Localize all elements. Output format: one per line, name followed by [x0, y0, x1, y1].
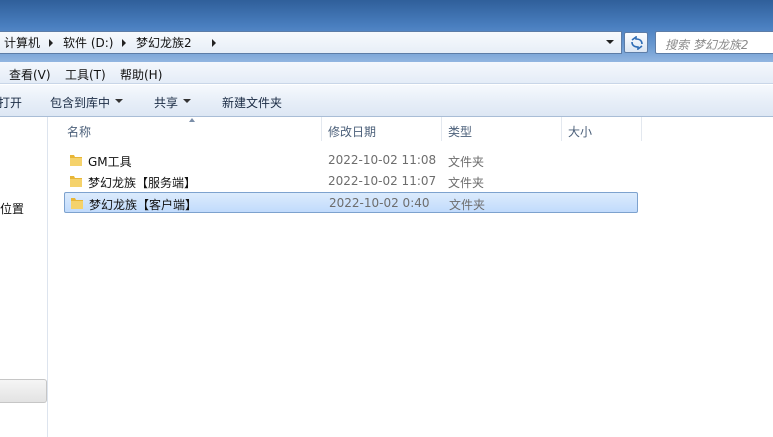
column-header: 名称 修改日期 类型 大小 — [49, 117, 773, 141]
file-name: GM工具 — [88, 155, 132, 169]
menu-help[interactable]: 帮助(H) — [120, 66, 162, 83]
folder-icon — [70, 176, 82, 187]
column-divider[interactable] — [641, 117, 642, 141]
chevron-down-icon[interactable] — [115, 99, 123, 103]
file-name: 梦幻龙族【客户端】 — [89, 198, 198, 212]
search-input[interactable]: 搜索 梦幻龙族2 — [655, 31, 773, 54]
file-type: 文件夹 — [448, 176, 485, 190]
menu-bar: 查看(V) 工具(T) 帮助(H) — [0, 62, 773, 84]
breadcrumb-chevron-icon[interactable] — [122, 39, 126, 47]
folder-icon — [71, 198, 83, 209]
file-row-server[interactable]: 梦幻龙族【服务端】 2022-10-02 11:07 文件夹 — [64, 171, 638, 192]
address-dropdown-icon[interactable] — [606, 40, 614, 44]
folder-icon — [70, 155, 82, 166]
share-button[interactable]: 共享 — [154, 94, 178, 111]
breadcrumb-folder[interactable]: 梦幻龙族2 — [136, 35, 192, 51]
address-bar[interactable]: 计算机 软件 (D:) 梦幻龙族2 — [0, 31, 622, 54]
column-divider[interactable] — [321, 117, 322, 141]
file-type: 文件夹 — [448, 155, 485, 169]
breadcrumb-computer[interactable]: 计算机 — [4, 35, 40, 51]
file-modified: 2022-10-02 11:08 — [328, 153, 437, 167]
refresh-icon — [631, 36, 643, 50]
nav-scrollbar-thumb[interactable] — [0, 379, 47, 403]
column-name[interactable]: 名称 — [67, 123, 91, 140]
file-modified: 2022-10-02 11:07 — [328, 174, 437, 188]
file-row-gm-tools[interactable]: GM工具 2022-10-02 11:08 文件夹 — [64, 150, 638, 171]
column-type[interactable]: 类型 — [448, 123, 472, 140]
menu-view[interactable]: 查看(V) — [9, 66, 51, 83]
breadcrumb-chevron-icon[interactable] — [49, 39, 53, 47]
open-button[interactable]: 打开 — [0, 94, 22, 111]
file-modified: 2022-10-02 0:40 — [329, 196, 430, 210]
file-name: 梦幻龙族【服务端】 — [88, 176, 197, 190]
breadcrumb-drive[interactable]: 软件 (D:) — [63, 35, 113, 51]
column-size[interactable]: 大小 — [568, 123, 592, 140]
new-folder-button[interactable]: 新建文件夹 — [222, 94, 282, 111]
nav-item-location[interactable]: 位置 — [0, 200, 24, 217]
column-divider[interactable] — [441, 117, 442, 141]
refresh-button[interactable] — [624, 32, 648, 53]
file-row-client[interactable]: 梦幻龙族【客户端】 2022-10-02 0:40 文件夹 — [64, 192, 638, 213]
sort-ascending-icon — [189, 118, 195, 122]
breadcrumb-chevron-icon[interactable] — [212, 39, 216, 47]
menu-tools[interactable]: 工具(T) — [65, 66, 106, 83]
navigation-pane: 位置 — [0, 117, 48, 437]
include-library-button[interactable]: 包含到库中 — [50, 94, 110, 111]
file-type: 文件夹 — [449, 198, 486, 212]
command-bar: 打开 包含到库中 共享 新建文件夹 — [0, 85, 773, 117]
column-divider[interactable] — [561, 117, 562, 141]
chevron-down-icon[interactable] — [183, 99, 191, 103]
search-placeholder: 搜索 梦幻龙族2 — [665, 38, 749, 52]
column-modified[interactable]: 修改日期 — [328, 123, 376, 140]
